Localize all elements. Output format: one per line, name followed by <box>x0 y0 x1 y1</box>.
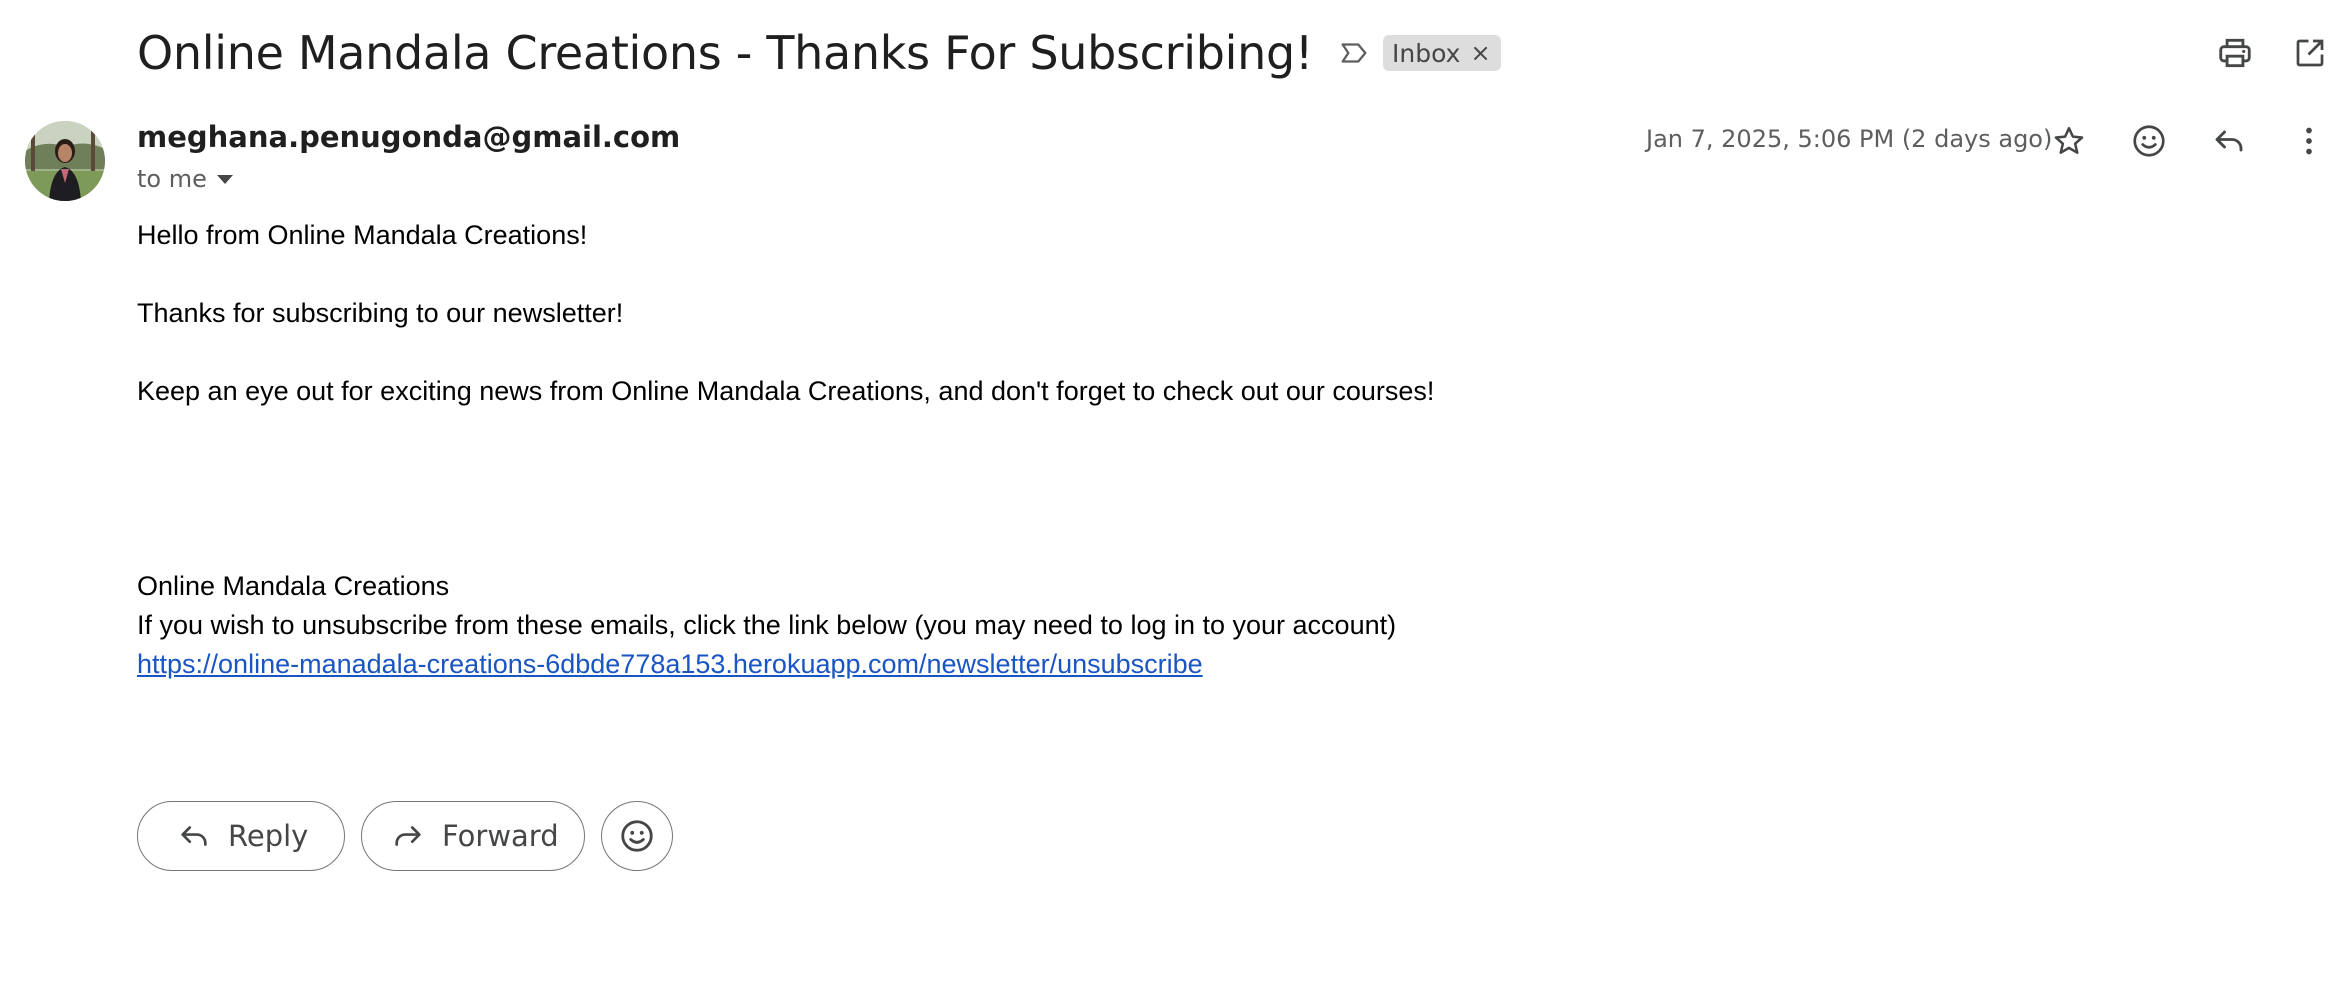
star-outline-icon <box>2054 126 2084 154</box>
reply-icon <box>176 818 212 854</box>
recipient-details-toggle[interactable]: to me <box>137 165 233 193</box>
sender-email[interactable]: meghana.penugonda@gmail.com <box>137 120 680 154</box>
star-button[interactable] <box>2044 116 2094 166</box>
signature-name: Online Mandala Creations <box>137 571 450 601</box>
email-date: Jan 7, 2025, 5:06 PM (2 days ago) <box>1646 125 2053 153</box>
body-greeting: Hello from Online Mandala Creations! <box>137 220 588 250</box>
unsubscribe-instructions: If you wish to unsubscribe from these em… <box>137 610 1397 640</box>
emoji-smile-icon <box>2133 125 2165 157</box>
add-reaction-button[interactable] <box>2124 116 2174 166</box>
inbox-label-chip: Inbox × <box>1383 35 1501 71</box>
reply-button-label: Reply <box>228 819 309 853</box>
subject-row: Online Mandala Creations - Thanks For Su… <box>137 18 1501 88</box>
open-in-new-window-icon <box>2296 39 2324 67</box>
label-outline-icon[interactable] <box>1337 36 1371 70</box>
reply-button[interactable]: Reply <box>137 801 345 871</box>
forward-icon <box>390 818 426 854</box>
emoji-smile-icon <box>621 820 653 852</box>
forward-button-label: Forward <box>442 819 559 853</box>
chevron-down-icon[interactable] <box>216 174 233 184</box>
open-in-new-window-button[interactable] <box>2285 28 2335 78</box>
body-message: Keep an eye out for exciting news from O… <box>137 376 1435 406</box>
inbox-label-text: Inbox <box>1392 38 1461 68</box>
unsubscribe-link[interactable]: https://online-manadala-creations-6dbde7… <box>137 649 1203 680</box>
react-emoji-button[interactable] <box>601 801 673 871</box>
sender-avatar[interactable] <box>25 121 105 201</box>
forward-button[interactable]: Forward <box>361 801 585 871</box>
print-button[interactable] <box>2210 28 2260 78</box>
reply-button-top[interactable] <box>2204 116 2254 166</box>
more-vertical-icon <box>2306 127 2312 155</box>
recipient-summary: to me <box>137 165 207 193</box>
reply-icon <box>2215 130 2243 152</box>
print-icon <box>2219 38 2251 68</box>
email-subject: Online Mandala Creations - Thanks For Su… <box>137 26 1314 80</box>
more-options-button[interactable] <box>2284 116 2334 166</box>
body-thanks: Thanks for subscribing to our newsletter… <box>137 298 624 328</box>
remove-label-close-icon[interactable]: × <box>1470 41 1490 65</box>
